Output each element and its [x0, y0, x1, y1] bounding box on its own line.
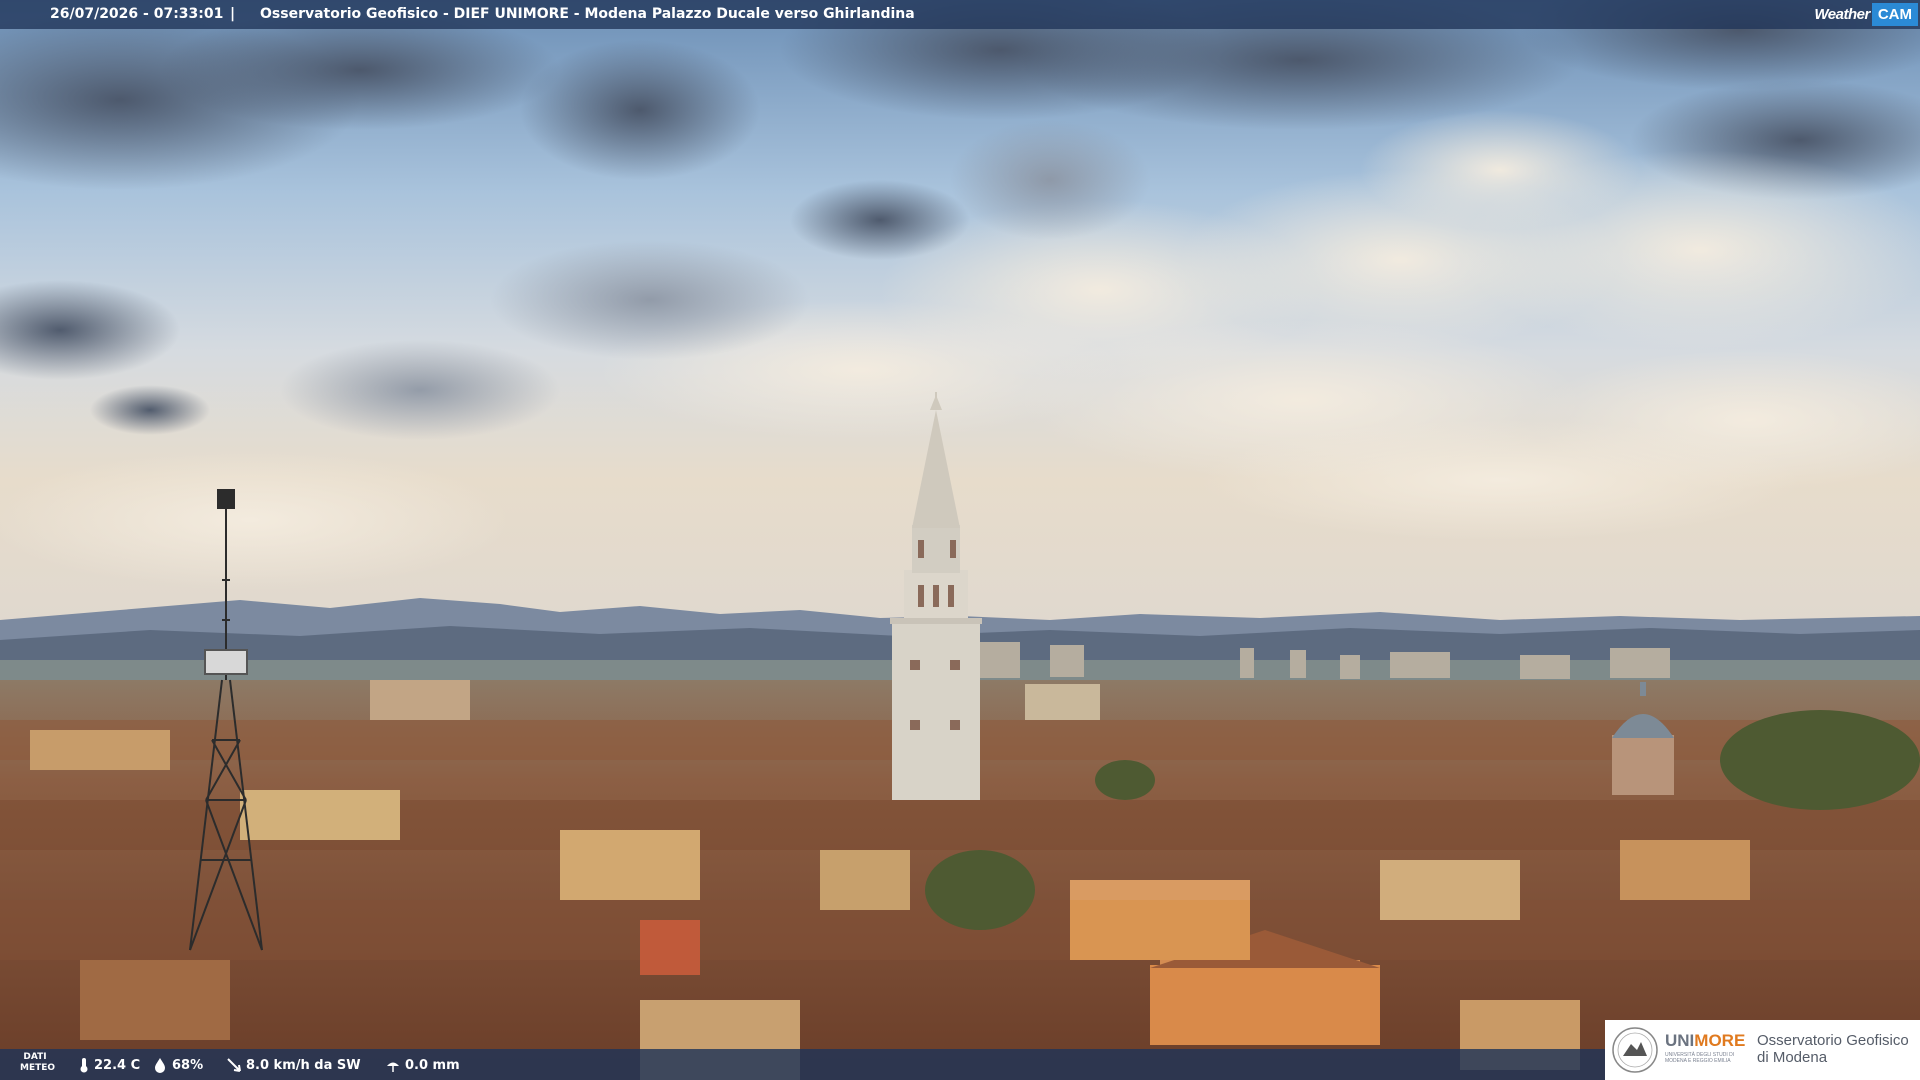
- webcam-photo: [0, 0, 1920, 1080]
- humidity-reading: 68%: [152, 1057, 203, 1073]
- separator: |: [230, 6, 236, 22]
- camera-title: Osservatorio Geofisico - DIEF UNIMORE - …: [260, 6, 915, 22]
- weather-data-bar: DATI METEO 22.4 C 68% 8.0 km/h da SW 0.0…: [0, 1049, 1605, 1080]
- brand-weather: Weather: [1814, 6, 1870, 23]
- wind-reading: 8.0 km/h da SW: [226, 1057, 361, 1073]
- wind-direction-icon: [227, 1058, 241, 1072]
- unimore-wordmark: UNIMORE: [1665, 1031, 1746, 1050]
- observatory-name: Osservatorio Geofisico di Modena: [1757, 1032, 1909, 1066]
- weather-data-label: DATI METEO: [20, 1052, 56, 1073]
- thermometer-icon: [80, 1058, 88, 1073]
- timestamp: 26/07/2026 - 07:33:01: [50, 6, 224, 22]
- rain-reading: 0.0 mm: [385, 1057, 460, 1073]
- unimore-logo-box: UNIMORE UNIVERSITÀ DEGLI STUDI DI MODENA…: [1605, 1020, 1920, 1080]
- webcam-info-bar: 26/07/2026 - 07:33:01 | Osservatorio Geo…: [0, 0, 1920, 29]
- humidity-drop-icon: [155, 1058, 165, 1073]
- temperature-reading: 22.4 C: [78, 1057, 140, 1073]
- rain-gauge-icon: [387, 1062, 399, 1072]
- brand-cam: CAM: [1871, 3, 1918, 26]
- university-subtitle: UNIVERSITÀ DEGLI STUDI DI MODENA E REGGI…: [1665, 1052, 1735, 1064]
- university-seal-logo: [1612, 1027, 1658, 1073]
- weathercam-logo: Weather CAM: [1814, 0, 1920, 29]
